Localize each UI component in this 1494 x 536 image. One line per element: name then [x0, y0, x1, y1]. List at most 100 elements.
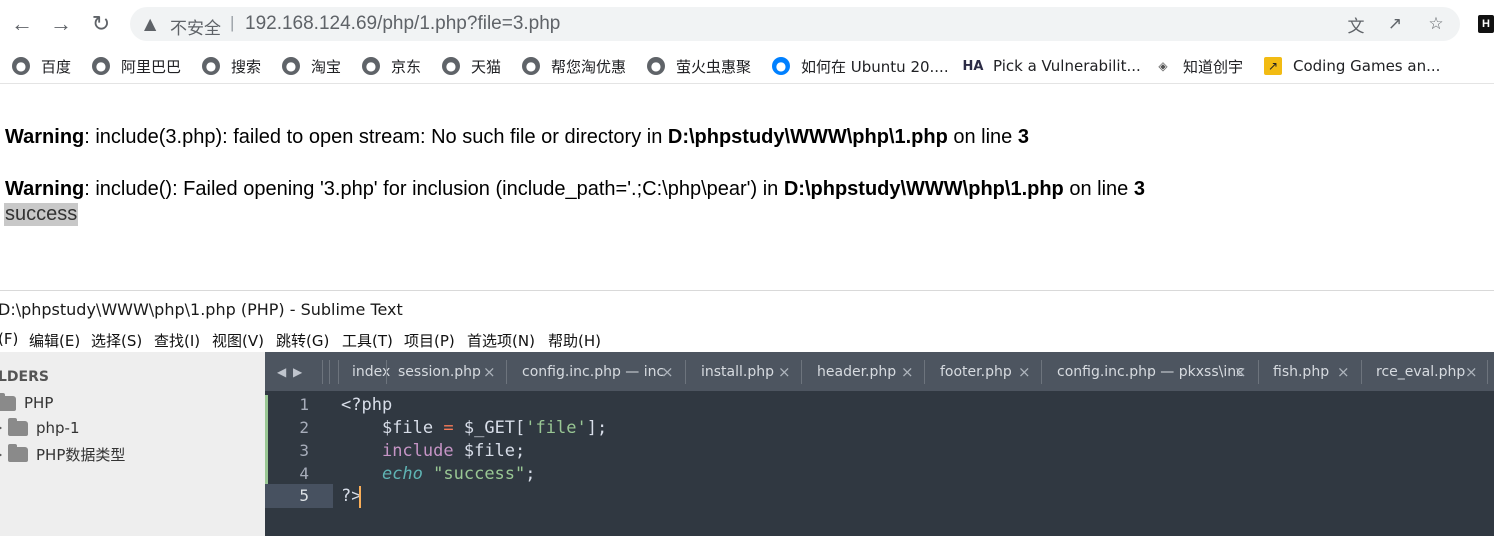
tab-divider — [801, 360, 802, 384]
translate-icon[interactable]: 文 — [1345, 13, 1367, 37]
bookmark-taobao[interactable]: ● 淘宝 — [282, 54, 341, 78]
bookmark-label: 知道创宇 — [1183, 57, 1244, 76]
bookmark-baidu[interactable]: ● 百度 — [12, 54, 71, 78]
tab-config-pkxss[interactable]: config.inc.php — pkxss\inc — [1057, 352, 1244, 391]
warning-online: on line — [947, 126, 1018, 148]
globe-icon: ● — [92, 57, 110, 75]
tab-close-icon[interactable]: × — [778, 363, 791, 381]
url-text[interactable]: 192.168.124.69/php/1.php?file=3.php — [245, 13, 560, 35]
globe-icon: ● — [647, 57, 665, 75]
menu-goto[interactable]: 跳转(G) — [276, 330, 329, 351]
menu-selection[interactable]: 选择(S) — [91, 330, 142, 351]
tab-close-icon[interactable]: × — [1018, 363, 1031, 381]
tab-divider — [1487, 360, 1488, 384]
address-bar[interactable]: ▲ 不安全 | 192.168.124.69/php/1.php?file=3.… — [130, 7, 1460, 41]
code-editor[interactable]: 1 2 3 4 5 <?php $file = $_GET['file']; i… — [265, 391, 1494, 536]
tab-scroll-right-icon[interactable]: ▶ — [293, 352, 302, 391]
warning-online: on line — [1063, 178, 1134, 200]
bookmark-alibaba[interactable]: ● 阿里巴巴 — [92, 54, 181, 78]
menu-edit[interactable]: 编辑(E) — [29, 330, 80, 351]
extension-icon[interactable]: H — [1478, 15, 1494, 33]
bookmark-jd[interactable]: ● 京东 — [362, 54, 421, 78]
warning-label: Warning — [5, 178, 85, 200]
tab-install[interactable]: install.php — [701, 352, 774, 391]
browser-toolbar: ← → ↻ ▲ 不安全 | 192.168.124.69/php/1.php?f… — [0, 0, 1494, 48]
expand-arrow-icon[interactable] — [0, 450, 2, 459]
warning-text: : include(): Failed opening '3.php' for … — [84, 178, 784, 200]
tab-scroll-left-icon[interactable]: ◀ — [277, 352, 286, 391]
menu-find[interactable]: 查找(I) — [154, 330, 200, 351]
bookmark-label: 搜索 — [231, 57, 262, 76]
menu-help[interactable]: 帮助(H) — [548, 330, 601, 351]
code-superglobal: $_GET[ — [463, 418, 526, 438]
php-open-tag: <?php — [341, 395, 393, 415]
bookmarks-bar: ● 百度 ● 阿里巴巴 ● 搜索 ● 淘宝 ● 京东 ● 天猫 ● 帮您淘优惠 ● 萤火虫惠聚 … — [0, 48, 1494, 84]
tab-session[interactable]: session.php — [398, 352, 481, 391]
code-line-4: echo "success"; — [341, 464, 536, 484]
bookmark-discount[interactable]: ● 帮您淘优惠 — [522, 54, 626, 78]
star-bookmark-icon[interactable]: ☆ — [1425, 13, 1447, 35]
bookmark-label: 如何在 Ubuntu 20.... — [801, 57, 949, 76]
code-punct: ; — [525, 464, 536, 484]
tab-header[interactable]: header.php — [817, 352, 896, 391]
tab-divider — [685, 360, 686, 384]
folder-php-types[interactable]: PHP数据类型 — [0, 444, 125, 465]
bookmark-search[interactable]: ● 搜索 — [202, 54, 261, 78]
menu-project[interactable]: 项目(P) — [404, 330, 455, 351]
tab-close-icon[interactable]: × — [661, 363, 674, 381]
warning-message-1: Warning: include(3.php): failed to open … — [5, 126, 1029, 149]
menu-file[interactable]: (F) — [0, 330, 18, 348]
bookmark-label: 天猫 — [471, 57, 502, 76]
menu-view[interactable]: 视图(V) — [212, 330, 264, 351]
bookmark-label: 淘宝 — [311, 57, 342, 76]
text-cursor — [359, 486, 361, 508]
expand-arrow-icon[interactable] — [0, 424, 2, 432]
tab-close-icon[interactable]: × — [1234, 363, 1247, 381]
menu-preferences[interactable]: 首选项(N) — [467, 330, 535, 351]
tab-config-inc[interactable]: config.inc.php — inc — [522, 352, 664, 391]
code-punct: ]; — [586, 418, 608, 438]
tab-divider — [506, 360, 507, 384]
reload-icon[interactable]: ↻ — [87, 10, 115, 38]
tab-fish[interactable]: fish.php — [1273, 352, 1329, 391]
tab-rce-eval[interactable]: rce_eval.php — [1376, 352, 1465, 391]
warning-message-2: Warning: include(): Failed opening '3.ph… — [5, 178, 1145, 201]
warning-line-number: 3 — [1133, 178, 1145, 200]
line-number: 1 — [299, 395, 309, 414]
folder-icon — [8, 417, 28, 436]
bookmark-knownsec[interactable]: ◈ 知道创宇 — [1154, 54, 1243, 78]
codingame-icon: ↗ — [1264, 57, 1282, 75]
warning-path: D:\phpstudy\WWW\php\1.php — [667, 126, 948, 148]
warning-text: : include(3.php): failed to open stream:… — [84, 126, 668, 148]
bookmark-firefly[interactable]: ● 萤火虫惠聚 — [647, 54, 751, 78]
folder-label: php-1 — [36, 419, 80, 437]
menu-tools[interactable]: 工具(T) — [342, 330, 393, 351]
tab-divider — [329, 360, 330, 384]
tab-close-icon[interactable]: × — [1465, 363, 1478, 381]
code-punct: ; — [515, 441, 526, 461]
tab-close-icon[interactable]: × — [1337, 363, 1350, 381]
folder-php[interactable]: PHP — [0, 392, 53, 412]
success-output: success — [4, 203, 79, 226]
sidebar-header: LDERS — [0, 369, 49, 385]
insecure-label[interactable]: 不安全 — [170, 14, 221, 39]
code-keyword: include — [381, 441, 454, 461]
bookmark-hackerone[interactable]: HA Pick a Vulnerabilit... — [963, 54, 1141, 78]
tab-close-icon[interactable]: × — [483, 363, 496, 381]
bookmark-tmall[interactable]: ● 天猫 — [442, 54, 501, 78]
back-arrow-icon[interactable]: ← — [8, 10, 36, 38]
folder-php-1[interactable]: php-1 — [0, 417, 80, 437]
tab-close-icon[interactable]: × — [901, 363, 914, 381]
code-string: "success" — [422, 464, 526, 484]
bookmark-ubuntu[interactable]: ● 如何在 Ubuntu 20.... — [772, 54, 949, 78]
warning-triangle-icon[interactable]: ▲ — [144, 14, 156, 33]
folder-icon — [8, 444, 28, 462]
tab-footer[interactable]: footer.php — [940, 352, 1012, 391]
warning-path: D:\phpstudy\WWW\php\1.php — [783, 178, 1064, 200]
tab-divider — [322, 360, 323, 384]
tab-index[interactable]: index — [352, 352, 390, 391]
bookmark-codingame[interactable]: ↗ Coding Games an... — [1264, 54, 1440, 78]
forward-arrow-icon[interactable]: → — [47, 10, 75, 38]
share-icon[interactable]: ↗ — [1384, 13, 1406, 35]
folder-sidebar: LDERS PHP php-1 PHP数据类型 — [0, 352, 265, 536]
